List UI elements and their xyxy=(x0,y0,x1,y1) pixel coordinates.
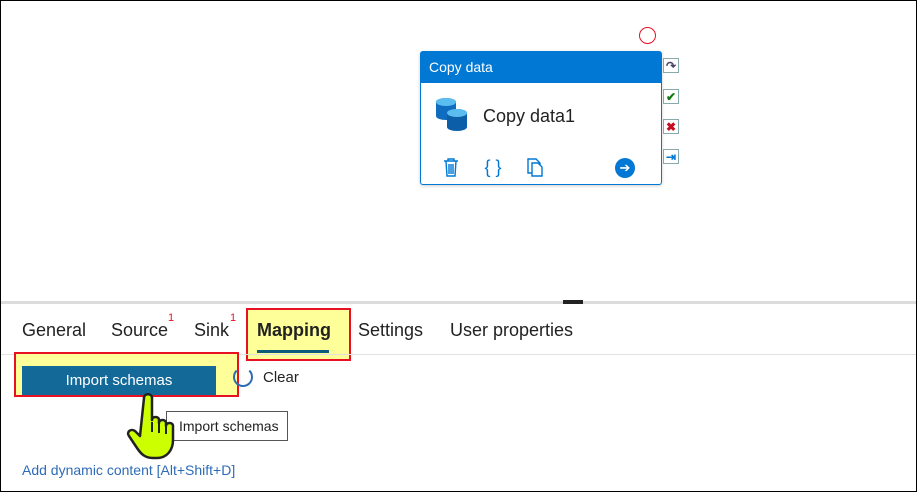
activity-header: Copy data xyxy=(421,52,661,83)
hand-pointer-icon xyxy=(126,392,186,462)
x-icon[interactable]: ✖ xyxy=(663,119,679,134)
tab-source-badge: 1 xyxy=(168,312,175,324)
tab-settings[interactable]: Settings xyxy=(358,320,423,341)
annotation-circle xyxy=(639,27,656,44)
clear-button[interactable]: Clear xyxy=(263,369,299,386)
trash-icon[interactable] xyxy=(441,156,461,178)
database-icon xyxy=(435,96,469,137)
resize-handle[interactable] xyxy=(563,300,583,304)
pane-divider xyxy=(1,301,916,304)
copy-activity-card[interactable]: Copy data Copy data1 { } ➔ xyxy=(420,51,662,185)
tab-mapping[interactable]: Mapping xyxy=(257,320,331,341)
braces-icon[interactable]: { } xyxy=(483,156,503,178)
copy-icon[interactable] xyxy=(525,156,545,178)
tab-sink[interactable]: Sink 1 xyxy=(194,312,236,341)
add-dynamic-content-link[interactable]: Add dynamic content [Alt+Shift+D] xyxy=(22,462,235,478)
arrow-right-icon[interactable]: ⇥ xyxy=(663,149,679,164)
check-icon[interactable]: ✔ xyxy=(663,89,679,104)
tab-sink-badge: 1 xyxy=(230,312,237,324)
import-schemas-button[interactable]: Import schemas xyxy=(22,366,216,395)
activity-name: Copy data1 xyxy=(483,106,576,126)
redo-icon[interactable]: ↷ xyxy=(663,58,679,73)
selected-tab-indicator xyxy=(257,350,329,353)
tab-general[interactable]: General xyxy=(22,320,86,341)
arrow-right-circle-icon[interactable]: ➔ xyxy=(615,158,635,178)
tab-source[interactable]: Source 1 xyxy=(111,312,174,341)
tab-user-properties[interactable]: User properties xyxy=(450,320,573,341)
clear-icon[interactable] xyxy=(233,367,253,387)
